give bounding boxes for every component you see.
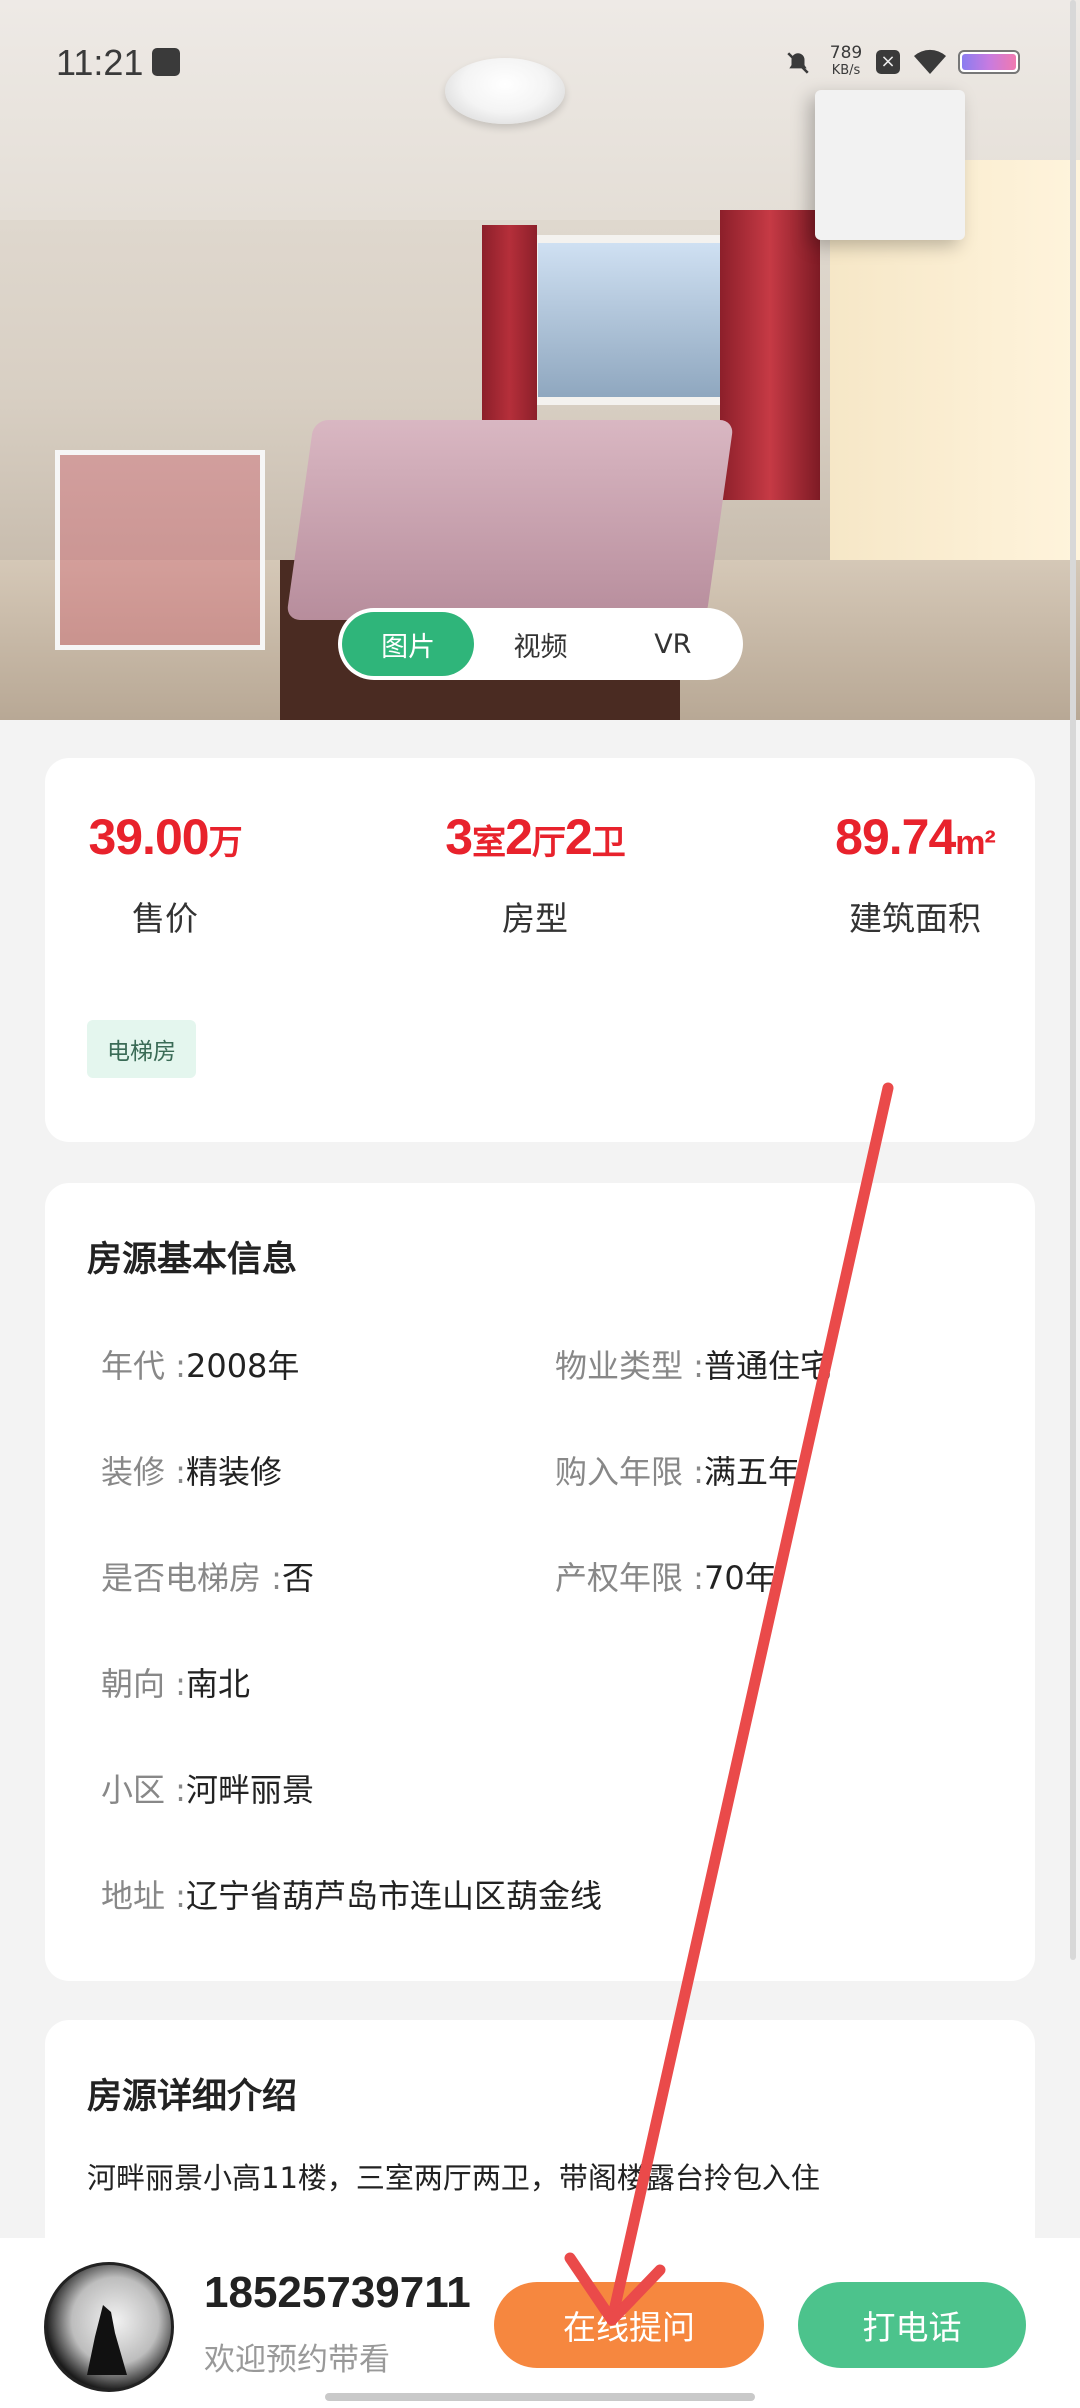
layout-rooms-unit: 室 <box>472 824 506 862</box>
price-label: 售价 <box>132 899 198 938</box>
battery-icon <box>958 50 1020 74</box>
agent-subtitle: 欢迎预约带看 <box>204 2342 390 2378</box>
info-year: 年代 :2008年 <box>101 1341 299 1387</box>
info-elevator: 是否电梯房 :否 <box>101 1553 314 1599</box>
price-number: 39.00 <box>88 809 209 865</box>
price-stat: 39.00万 售价 <box>85 808 245 940</box>
tab-photos[interactable]: 图片 <box>342 612 475 676</box>
info-purchase-years: 购入年限 :满五年 <box>555 1447 800 1493</box>
info-key: 装修 : <box>101 1453 186 1491</box>
info-key: 年代 : <box>101 1347 186 1385</box>
info-address: 地址 :辽宁省葫芦岛市连山区葫金线 <box>101 1871 602 1917</box>
info-value: 满五年 <box>703 1453 800 1491</box>
info-value: 2008年 <box>185 1347 300 1385</box>
status-time: 11:21 <box>56 42 144 83</box>
bell-muted-icon <box>787 52 809 74</box>
photo-bed <box>285 420 735 620</box>
info-value: 河畔丽景 <box>185 1771 314 1809</box>
tab-video[interactable]: 视频 <box>474 612 606 676</box>
agent-avatar[interactable] <box>44 2262 174 2392</box>
layout-halls-unit: 厅 <box>531 824 566 862</box>
photo-shelf <box>55 450 265 650</box>
close-box-icon: × <box>876 50 900 74</box>
layout-value: 3室2厅2卫 <box>435 808 635 866</box>
layout-stat: 3室2厅2卫 房型 <box>435 808 635 940</box>
status-bar: 11:21 789 KB/s × <box>0 0 1080 120</box>
home-indicator[interactable] <box>325 2393 755 2401</box>
photo-window <box>530 235 745 405</box>
area-label: 建筑面积 <box>849 899 981 938</box>
layout-baths: 2 <box>564 809 593 865</box>
info-key: 朝向 : <box>101 1665 186 1703</box>
info-key: 购入年限 : <box>555 1453 704 1491</box>
wifi-icon <box>914 49 946 74</box>
info-community: 小区 :河畔丽景 <box>101 1765 314 1811</box>
notification-icon <box>152 48 180 76</box>
layout-baths-unit: 卫 <box>591 824 626 862</box>
area-value: 89.74m² <box>825 808 1005 866</box>
info-orientation: 朝向 :南北 <box>101 1659 250 1705</box>
area-unit: m² <box>955 824 996 862</box>
area-stat: 89.74m² 建筑面积 <box>825 808 1005 940</box>
ask-online-button[interactable]: 在线提问 <box>494 2282 764 2368</box>
basic-info-title: 房源基本信息 <box>87 1240 298 1280</box>
network-speed-value: 789 <box>829 43 863 63</box>
agent-phone: 18525739711 <box>204 2268 471 2317</box>
info-value: 70年 <box>703 1559 777 1597</box>
info-ownership-term: 产权年限 :70年 <box>555 1553 777 1599</box>
info-property-type: 物业类型 :普通住宅 <box>555 1341 832 1387</box>
bottom-bar: 18525739711 欢迎预约带看 在线提问 打电话 <box>0 2238 1080 2408</box>
info-key: 物业类型 : <box>555 1347 704 1385</box>
layout-rooms: 3 <box>445 809 473 865</box>
basic-info-card: 房源基本信息 年代 :2008年 物业类型 :普通住宅 装修 :精装修 购入年限… <box>45 1183 1035 1981</box>
tab-vr[interactable]: VR <box>607 612 739 676</box>
info-value: 否 <box>281 1559 314 1597</box>
scrollbar[interactable] <box>1070 0 1076 1960</box>
info-value: 精装修 <box>185 1453 282 1491</box>
area-number: 89.74 <box>835 809 956 865</box>
detail-title: 房源详细介绍 <box>87 2077 298 2117</box>
info-key: 产权年限 : <box>555 1559 704 1597</box>
detail-description: 河畔丽景小高11楼，三室两厅两卫，带阁楼露台拎包入住 <box>87 2161 820 2195</box>
price-unit: 万 <box>208 824 243 862</box>
elevator-tag: 电梯房 <box>87 1020 196 1078</box>
wolf-icon <box>87 2305 127 2375</box>
call-button[interactable]: 打电话 <box>798 2282 1026 2368</box>
info-value: 普通住宅 <box>703 1347 832 1385</box>
layout-label: 房型 <box>502 899 568 938</box>
media-tabs: 图片 视频 VR <box>338 608 743 680</box>
summary-card: 39.00万 售价 3室2厅2卫 房型 89.74m² 建筑面积 电梯房 <box>45 758 1035 1142</box>
info-value: 南北 <box>185 1665 250 1703</box>
price-value: 39.00万 <box>85 808 245 866</box>
network-speed-unit: KB/s <box>831 63 861 78</box>
layout-halls: 2 <box>505 809 533 865</box>
info-decoration: 装修 :精装修 <box>101 1447 282 1493</box>
info-value: 辽宁省葫芦岛市连山区葫金线 <box>185 1877 602 1915</box>
info-key: 小区 : <box>101 1771 186 1809</box>
network-speed: 789 KB/s <box>824 44 868 80</box>
photo-curtain-right <box>720 210 820 500</box>
info-key: 是否电梯房 : <box>101 1559 282 1597</box>
info-key: 地址 : <box>101 1877 186 1915</box>
